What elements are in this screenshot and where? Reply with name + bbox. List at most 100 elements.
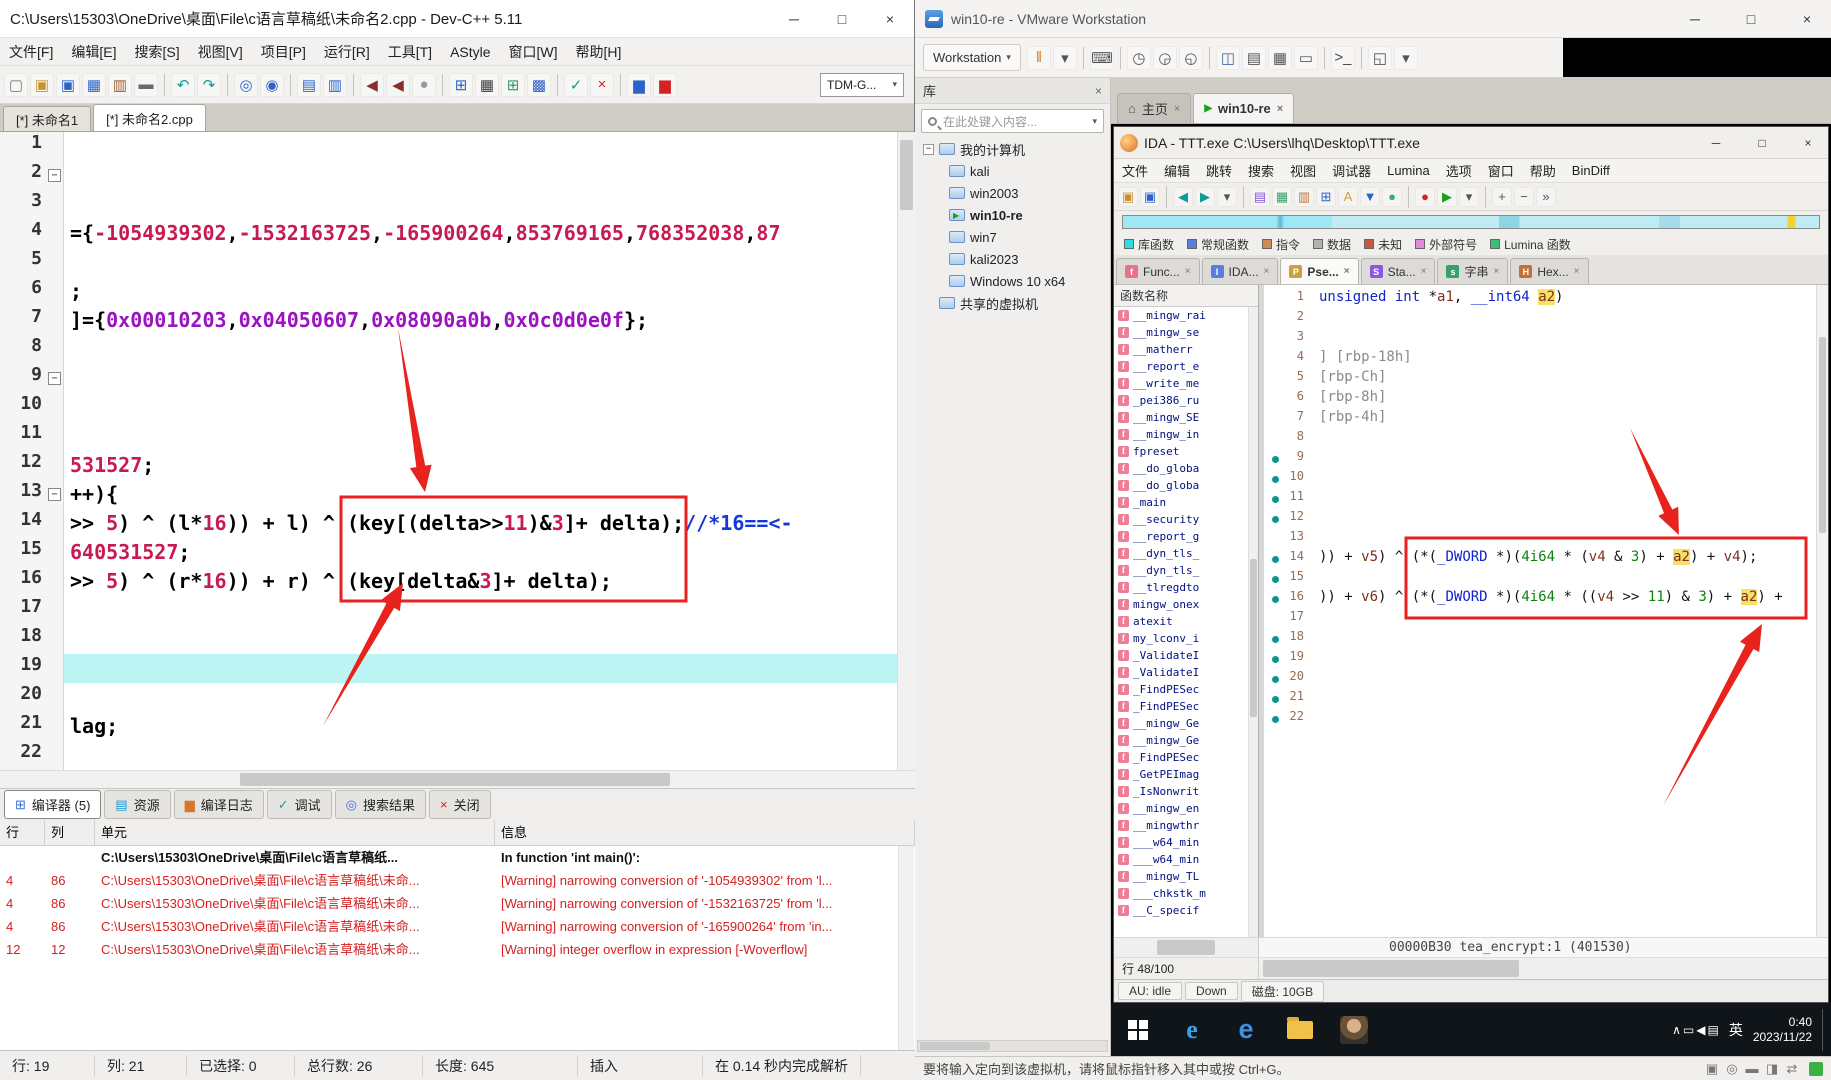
function-item[interactable]: f __mingw_SE [1114, 409, 1248, 426]
ida-tab-字串[interactable]: s 字串 × [1437, 258, 1509, 284]
function-item[interactable]: f __mingw_in [1114, 426, 1248, 443]
close-tab-icon[interactable]: × [1277, 103, 1283, 115]
pseudocode-scrollbar[interactable] [1816, 285, 1828, 937]
volume-icon[interactable]: ◀ [1696, 1018, 1705, 1042]
close-tab-icon[interactable]: × [1344, 266, 1350, 277]
function-item[interactable]: f __mingw_rai [1114, 307, 1248, 324]
ida-menu-item-Lumina[interactable]: Lumina [1379, 163, 1438, 178]
usb-icon[interactable]: ◨ [1763, 1060, 1781, 1078]
profile-delete-icon[interactable]: ▆ [653, 72, 677, 97]
function-item[interactable]: f _FindPESec [1114, 698, 1248, 715]
function-item[interactable]: f __do_globa [1114, 460, 1248, 477]
input-language-indicator[interactable]: 英 [1729, 1020, 1743, 1040]
rebuild-icon[interactable]: ▩ [527, 72, 551, 97]
close-tab-icon[interactable]: × [1574, 266, 1580, 277]
close-button[interactable]: × [1783, 0, 1831, 37]
fullscreen-caret-icon[interactable]: ▾ [1393, 45, 1418, 70]
devcpp-titlebar[interactable]: C:\Users\15303\OneDrive\桌面\File\c语言草稿纸\未… [0, 0, 914, 38]
panel-tab-编译器 (5)[interactable]: ⊞ 编译器 (5) [4, 790, 102, 819]
names-icon[interactable]: A [1338, 186, 1358, 207]
ida-menu-item-窗口[interactable]: 窗口 [1480, 161, 1522, 180]
fullscreen-icon[interactable]: ◱ [1367, 45, 1392, 70]
snapshot-revert-icon[interactable]: ◶ [1152, 45, 1177, 70]
network-icon[interactable]: ⇄ [1783, 1060, 1801, 1078]
snapshot-manager-icon[interactable]: ◵ [1178, 45, 1203, 70]
function-item[interactable]: f __mingw_en [1114, 800, 1248, 817]
zoom-icon[interactable]: ◎ [1723, 1060, 1741, 1078]
table-vscrollbar[interactable] [898, 846, 914, 1050]
nav-stop-icon[interactable]: ● [412, 72, 436, 97]
function-item[interactable]: f ___w64_min [1114, 851, 1248, 868]
goto-line-icon[interactable]: ▤ [297, 72, 321, 97]
menu-item-工具[T][interactable]: 工具[T] [379, 38, 441, 65]
function-item[interactable]: f my_lconv_i [1114, 630, 1248, 647]
menu-item-窗口[W][interactable]: 窗口[W] [500, 38, 567, 65]
function-item[interactable]: f __write_me [1114, 375, 1248, 392]
function-item[interactable]: f ___chkstk_m [1114, 885, 1248, 902]
function-item[interactable]: f _ValidateI [1114, 647, 1248, 664]
maximize-button[interactable]: □ [818, 0, 866, 37]
layout-icon[interactable]: ▦ [1267, 45, 1292, 70]
workstation-menu-button[interactable]: Workstation ▾ [923, 44, 1021, 71]
panel-tab-关闭[interactable]: × 关闭 [429, 790, 491, 819]
function-item[interactable]: f _main [1114, 494, 1248, 511]
close-tab-icon[interactable]: × [1174, 103, 1180, 115]
scrollbar-thumb[interactable] [920, 1042, 990, 1050]
ida-menu-item-文件[interactable]: 文件 [1114, 161, 1156, 180]
forward-icon[interactable]: ▶ [1195, 186, 1215, 207]
scrollbar-thumb[interactable] [1263, 960, 1520, 977]
functions-icon[interactable]: ▤ [1250, 186, 1270, 207]
ida-tab-IDA...[interactable]: I IDA... × [1201, 258, 1279, 284]
compile-icon[interactable]: ⊞ [449, 72, 473, 97]
new-file-icon[interactable]: ▢ [4, 72, 28, 97]
panel-tab-编译日志[interactable]: ▆ 编译日志 [173, 790, 264, 819]
ida-menu-item-帮助[interactable]: 帮助 [1522, 161, 1564, 180]
function-item[interactable]: f _IsNonwrit [1114, 783, 1248, 800]
function-item[interactable]: f __mingw_Ge [1114, 715, 1248, 732]
profile-icon[interactable]: ▆ [627, 72, 651, 97]
function-item[interactable]: f _pei386_ru [1114, 392, 1248, 409]
function-list-header[interactable]: 函数名称 [1114, 285, 1258, 307]
toolbar-overflow-icon[interactable]: » [1536, 186, 1556, 207]
back-icon[interactable]: ◀ [360, 72, 384, 97]
table-header-cell[interactable]: 信息 [495, 820, 915, 846]
table-header-cell[interactable]: 行 [0, 820, 45, 846]
panel-tab-搜索结果[interactable]: ◎ 搜索结果 [334, 790, 427, 819]
tree-item-vm-win2003[interactable]: win2003 [915, 182, 1110, 204]
menu-item-AStyle[interactable]: AStyle [441, 38, 499, 65]
ida-menu-item-调试器[interactable]: 调试器 [1324, 161, 1379, 180]
menu-item-帮助[H][interactable]: 帮助[H] [567, 38, 631, 65]
library-hscrollbar[interactable] [917, 1040, 1108, 1052]
fold-marker-icon[interactable]: − [48, 372, 61, 385]
find-icon[interactable]: ◎ [234, 72, 258, 97]
function-item[interactable]: f __tlregdto [1114, 579, 1248, 596]
maximize-button[interactable]: □ [1742, 127, 1782, 158]
maximize-button[interactable]: □ [1727, 0, 1775, 37]
table-row[interactable]: 4 86 C:\Users\15303\OneDrive\桌面\File\c语言草稿… [0, 892, 915, 915]
fold-marker-icon[interactable]: − [48, 169, 61, 182]
function-item[interactable]: f __mingw_TL [1114, 868, 1248, 885]
function-item[interactable]: f __mingwthr [1114, 817, 1248, 834]
function-item[interactable]: f __do_globa [1114, 477, 1248, 494]
function-item[interactable]: f __dyn_tls_ [1114, 562, 1248, 579]
table-row[interactable]: C:\Users\15303\OneDrive\桌面\File\c语言草稿纸..… [0, 846, 915, 869]
close-button[interactable]: × [866, 0, 914, 37]
ida-menu-item-跳转[interactable]: 跳转 [1198, 161, 1240, 180]
function-item[interactable]: f _ValidateI [1114, 664, 1248, 681]
back-icon[interactable]: ◀ [1173, 186, 1193, 207]
redo-icon[interactable]: ↷ [197, 72, 221, 97]
ida-menu-item-选项[interactable]: 选项 [1438, 161, 1480, 180]
taskbar-edge-legacy-icon[interactable]: e [1165, 1003, 1219, 1056]
tray-expand-icon[interactable]: ∧ [1672, 1018, 1681, 1042]
editor-tab-1[interactable]: [*] 未命名1 [3, 106, 92, 131]
devices-icon[interactable]: ▬ [1743, 1060, 1761, 1078]
library-search[interactable]: 在此处键入内容... ▾ [921, 109, 1104, 133]
code-editor[interactable]: ={-1054939302,-1532163725,-165900264,853… [0, 132, 915, 770]
ida-tab-Sta...[interactable]: S Sta... × [1360, 258, 1436, 284]
save-icon[interactable]: ▣ [1118, 186, 1138, 207]
scrollbar-thumb[interactable] [1250, 559, 1257, 717]
panel-tab-调试[interactable]: ✓ 调试 [266, 790, 332, 819]
print-icon[interactable]: ▬ [134, 72, 158, 97]
close-tab-icon[interactable]: × [1185, 266, 1191, 277]
close-button[interactable]: × [1788, 127, 1828, 158]
